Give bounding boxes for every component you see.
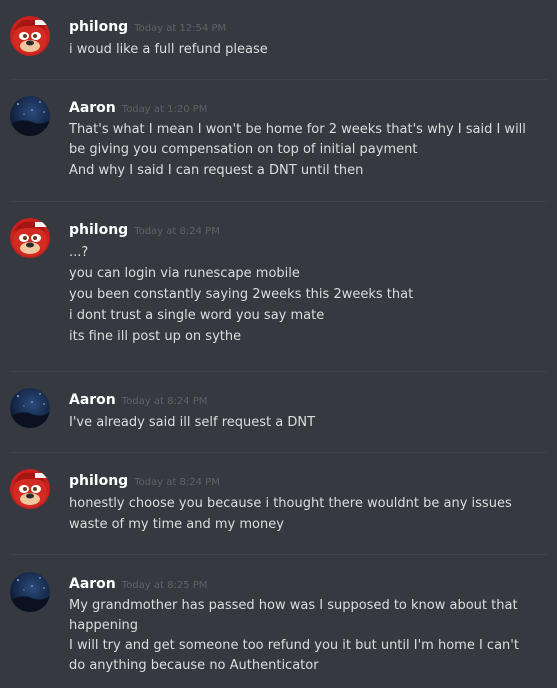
username[interactable]: Aaron xyxy=(69,576,116,592)
username[interactable]: Aaron xyxy=(69,392,116,408)
night-sky-avatar-icon[interactable] xyxy=(10,572,50,612)
message-line: My grandmother has passed how was I supp… xyxy=(69,598,518,633)
message-line: And why I said I can request a DNT until… xyxy=(69,163,364,178)
night-sky-avatar-icon[interactable] xyxy=(10,96,50,136)
timestamp: Today at 8:24 PM xyxy=(121,396,208,407)
knuckles-avatar-icon[interactable] xyxy=(10,16,50,56)
username[interactable]: philong xyxy=(69,19,128,35)
message-line: its fine ill post up on sythe xyxy=(69,329,242,344)
timestamp: Today at 12:54 PM xyxy=(134,23,227,34)
message-line: i woud like a full refund please xyxy=(69,42,268,57)
message-line: i dont trust a single word you say mate xyxy=(69,308,325,323)
timestamp: Today at 8:24 PM xyxy=(134,226,220,237)
message-line: waste of my time and my money xyxy=(69,517,284,532)
message-divider xyxy=(10,554,547,555)
message-line: I will try and get someone too refund yo… xyxy=(69,638,519,673)
username[interactable]: philong xyxy=(69,473,128,489)
message-divider xyxy=(10,452,547,453)
knuckles-avatar-icon[interactable] xyxy=(10,469,50,509)
username[interactable]: Aaron xyxy=(69,100,116,116)
message-divider xyxy=(10,201,547,202)
knuckles-avatar-icon[interactable] xyxy=(10,218,50,258)
message-divider xyxy=(10,371,547,372)
timestamp: Today at 8:24 PM xyxy=(134,477,220,488)
timestamp: Today at 1:20 PM xyxy=(121,104,208,115)
night-sky-avatar-icon[interactable] xyxy=(10,388,50,428)
message-line: ...? xyxy=(69,245,89,260)
message-line: That's what I mean I won't be home for 2… xyxy=(69,122,526,157)
chat-messages: philong Today at 12:54 PM i woud like a f… xyxy=(0,0,557,688)
message-line: you been constantly saying 2weeks this 2… xyxy=(69,287,414,302)
message-line: you can login via runescape mobile xyxy=(69,266,300,281)
message-divider xyxy=(10,79,547,80)
message-line: honestly choose you because i thought th… xyxy=(69,496,512,511)
message-line: I've already said ill self request a DNT xyxy=(69,415,316,430)
username[interactable]: philong xyxy=(69,222,128,238)
timestamp: Today at 8:25 PM xyxy=(121,580,208,591)
